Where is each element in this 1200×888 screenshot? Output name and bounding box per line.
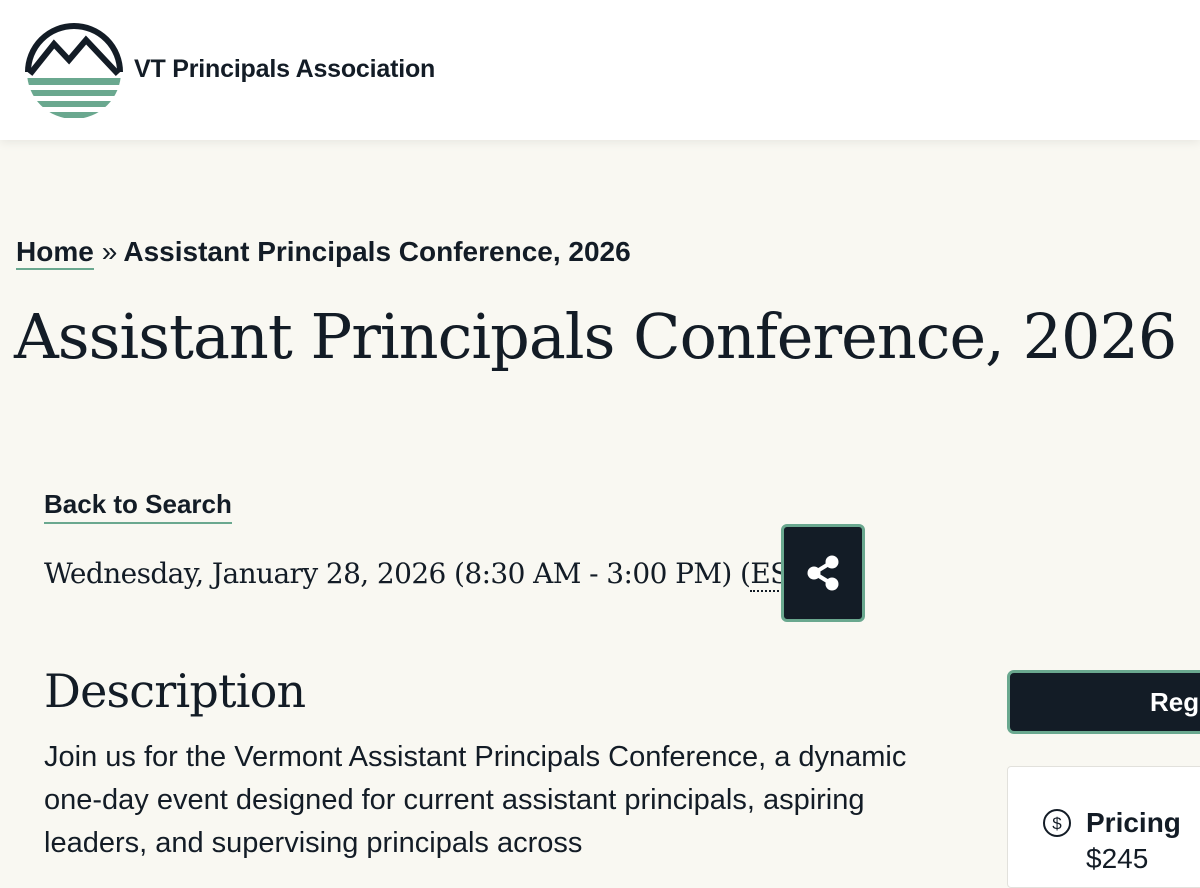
register-button[interactable]: Regi <box>1007 670 1200 734</box>
back-to-search-link[interactable]: Back to Search <box>44 489 232 524</box>
description-body: Join us for the Vermont Assistant Princi… <box>44 741 907 859</box>
breadcrumb-home-link[interactable]: Home <box>16 236 94 270</box>
share-icon <box>807 555 839 591</box>
event-date: Wednesday, January 28, 2026 (8:30 AM - 3… <box>44 557 818 592</box>
share-button[interactable] <box>781 524 865 622</box>
breadcrumb: Home» Assistant Principals Conference, 20… <box>16 236 631 270</box>
mountain-sun-logo-icon[interactable] <box>24 22 124 122</box>
site-header: VT Principals Association <box>0 0 1200 140</box>
page-title: Assistant Principals Conference, 2026 <box>14 300 1177 373</box>
event-date-text: Wednesday, January 28, 2026 (8:30 AM - 3… <box>44 557 751 590</box>
svg-text:$: $ <box>1052 814 1062 833</box>
pricing-price: $245 <box>1086 843 1149 874</box>
org-name[interactable]: VT Principals Association <box>134 55 435 84</box>
breadcrumb-current: Assistant Principals Conference, 2026 <box>123 236 631 267</box>
breadcrumb-separator: » <box>101 236 118 267</box>
dollar-circle-icon: $ <box>1043 809 1071 837</box>
pricing-title: Pricing <box>1086 807 1181 838</box>
description-heading: Description <box>44 664 306 718</box>
pricing-card: $ Pricing $245 <box>1007 766 1200 888</box>
